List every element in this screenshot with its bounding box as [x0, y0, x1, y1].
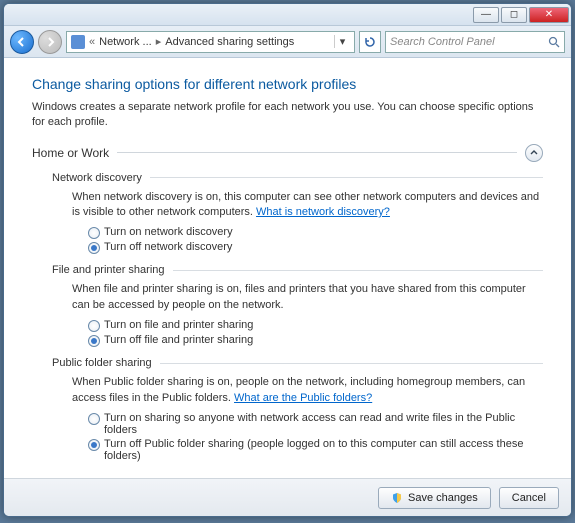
breadcrumb-part2[interactable]: Advanced sharing settings — [165, 36, 294, 48]
titlebar: — ◻ ✕ — [4, 4, 571, 26]
cancel-button[interactable]: Cancel — [499, 487, 559, 509]
section-title: Network discovery — [52, 172, 142, 184]
radio-label: Turn on sharing so anyone with network a… — [104, 412, 543, 436]
section-text: When file and printer sharing is on, fil… — [72, 283, 526, 310]
collapse-button[interactable] — [525, 144, 543, 162]
radio-label: Turn on network discovery — [104, 226, 233, 238]
arrow-left-icon — [16, 36, 28, 48]
radio-icon — [88, 320, 100, 332]
search-placeholder: Search Control Panel — [390, 36, 495, 48]
divider — [150, 177, 543, 178]
section-header-publicfolder: Public folder sharing — [52, 357, 543, 369]
refresh-button[interactable] — [359, 31, 381, 53]
button-label: Save changes — [408, 492, 478, 504]
arrow-right-icon — [44, 36, 56, 48]
forward-button — [38, 30, 62, 54]
radio-icon — [88, 335, 100, 347]
navbar: « Network ... ▸ Advanced sharing setting… — [4, 26, 571, 58]
radio-icon — [88, 439, 100, 451]
breadcrumb-chevron-icon[interactable]: ▸ — [156, 35, 162, 48]
page-description: Windows creates a separate network profi… — [32, 100, 543, 130]
radio-icon — [88, 413, 100, 425]
footer: Save changes Cancel — [4, 478, 571, 516]
profile-header: Home or Work — [32, 144, 543, 162]
back-button[interactable] — [10, 30, 34, 54]
content-area: Change sharing options for different net… — [4, 58, 571, 478]
close-button[interactable]: ✕ — [529, 7, 569, 23]
link-what-is-network-discovery[interactable]: What is network discovery? — [256, 206, 390, 218]
section-body-fileprint: When file and printer sharing is on, fil… — [72, 282, 543, 313]
page-title: Change sharing options for different net… — [32, 76, 543, 92]
save-changes-button[interactable]: Save changes — [378, 487, 491, 509]
address-bar[interactable]: « Network ... ▸ Advanced sharing setting… — [66, 31, 355, 53]
divider — [173, 270, 543, 271]
divider — [160, 363, 543, 364]
minimize-button[interactable]: — — [473, 7, 499, 23]
control-panel-window: — ◻ ✕ « Network ... ▸ Advanced sharing s… — [3, 3, 572, 517]
divider — [117, 152, 517, 153]
radio-publicfolder-on[interactable]: Turn on sharing so anyone with network a… — [88, 412, 543, 436]
section-body-publicfolder: When Public folder sharing is on, people… — [72, 375, 543, 406]
radio-group-fileprint: Turn on file and printer sharing Turn of… — [88, 319, 543, 347]
section-title: Public folder sharing — [52, 357, 152, 369]
radio-label: Turn on file and printer sharing — [104, 319, 253, 331]
breadcrumb-sep: « — [89, 36, 95, 48]
section-title: File and printer sharing — [52, 264, 165, 276]
shield-icon — [391, 492, 403, 504]
section-header-fileprint: File and printer sharing — [52, 264, 543, 276]
radio-discovery-on[interactable]: Turn on network discovery — [88, 226, 543, 239]
maximize-button[interactable]: ◻ — [501, 7, 527, 23]
link-what-are-public-folders[interactable]: What are the Public folders? — [234, 392, 372, 404]
location-icon — [71, 35, 85, 49]
breadcrumb-part1[interactable]: Network ... — [99, 36, 152, 48]
radio-group-discovery: Turn on network discovery Turn off netwo… — [88, 226, 543, 254]
radio-icon — [88, 242, 100, 254]
search-icon — [548, 36, 560, 48]
radio-publicfolder-off[interactable]: Turn off Public folder sharing (people l… — [88, 438, 543, 462]
radio-group-publicfolder: Turn on sharing so anyone with network a… — [88, 412, 543, 462]
refresh-icon — [364, 36, 376, 48]
radio-label: Turn off Public folder sharing (people l… — [104, 438, 543, 462]
radio-label: Turn off file and printer sharing — [104, 334, 253, 346]
address-dropdown[interactable]: ▾ — [334, 35, 350, 48]
radio-fileprint-off[interactable]: Turn off file and printer sharing — [88, 334, 543, 347]
profile-label: Home or Work — [32, 146, 109, 160]
radio-label: Turn off network discovery — [104, 241, 232, 253]
radio-fileprint-on[interactable]: Turn on file and printer sharing — [88, 319, 543, 332]
search-box[interactable]: Search Control Panel — [385, 31, 565, 53]
section-body-discovery: When network discovery is on, this compu… — [72, 190, 543, 221]
radio-icon — [88, 227, 100, 239]
button-label: Cancel — [512, 492, 546, 504]
radio-discovery-off[interactable]: Turn off network discovery — [88, 241, 543, 254]
section-header-discovery: Network discovery — [52, 172, 543, 184]
chevron-up-icon — [530, 149, 538, 157]
